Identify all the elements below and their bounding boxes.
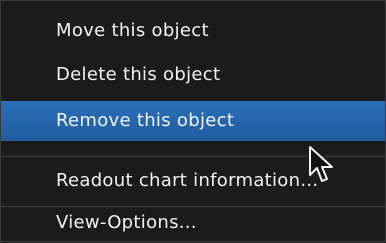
menu-item-delete-object[interactable]: Delete this object	[1, 55, 385, 95]
menu-item-move-object[interactable]: Move this object	[1, 11, 385, 51]
menu-item-label: View-Options...	[56, 212, 197, 233]
context-menu: Move this object Delete this object Remo…	[0, 0, 386, 242]
menu-item-label: Delete this object	[56, 64, 221, 85]
menu-item-label: Remove this object	[56, 110, 235, 131]
menu-item-remove-object[interactable]: Remove this object	[1, 101, 385, 141]
mouse-cursor-icon	[309, 146, 333, 182]
menu-item-label: Readout chart information...	[56, 170, 319, 191]
menu-item-label: Move this object	[56, 20, 209, 41]
menu-item-view-options[interactable]: View-Options...	[1, 203, 385, 243]
